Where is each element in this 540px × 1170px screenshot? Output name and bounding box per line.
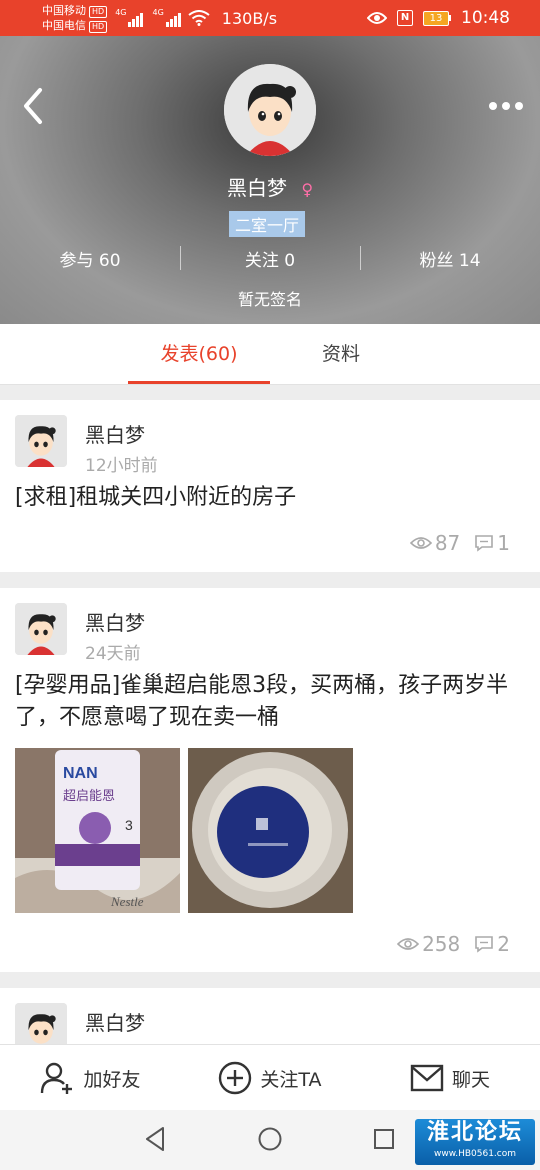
more-dots-icon	[489, 102, 497, 110]
comment-icon	[475, 936, 494, 953]
add-user-icon	[41, 1062, 73, 1094]
plus-circle-icon	[219, 1061, 252, 1095]
post-card[interactable]: 黑白梦 12小时前 [求租]租城关四小附近的房子 87 1	[0, 400, 540, 572]
can-stage-text: 3	[125, 817, 133, 833]
post-author[interactable]: 黑白梦	[85, 419, 145, 448]
comment-count: 1	[497, 531, 510, 555]
profile-name-row: 黑白梦 ♀	[0, 172, 540, 201]
watermark-logo-text: 淮北论坛	[426, 1120, 523, 1145]
post-image[interactable]: NAN 超启能恩 3 Nestle	[15, 748, 180, 913]
battery-icon: 13	[423, 10, 451, 26]
follow-button[interactable]: 关注TA	[180, 1045, 360, 1111]
post-title[interactable]: [孕婴用品]雀巢超启能恩3段，买两桶，孩子两岁半了，不愿意喝了现在卖一桶	[15, 670, 522, 734]
back-triangle-icon[interactable]	[143, 1125, 167, 1153]
post-avatar[interactable]	[15, 603, 67, 655]
net-speed: 130B/s	[221, 8, 278, 28]
profile-badge: 二室一厅	[229, 211, 306, 237]
post-card[interactable]: 黑白梦 24天前 [孕婴用品]雀巢超启能恩3段，买两桶，孩子两岁半了，不愿意喝了…	[0, 588, 540, 972]
follow-label: 关注TA	[260, 1068, 322, 1091]
eye-icon	[367, 12, 387, 24]
post-time: 12小时前	[85, 456, 158, 476]
post-author[interactable]: 黑白梦	[85, 607, 145, 636]
status-bar: 中国移动 HD 中国电信 HD 4G 4G 130B/s N 13 10:48	[0, 0, 540, 36]
view-count: 87	[434, 531, 461, 555]
post-meta: 87 1	[409, 531, 510, 555]
post-avatar[interactable]	[15, 1003, 67, 1048]
chevron-left-icon	[24, 88, 42, 124]
profile-name: 黑白梦	[226, 176, 287, 200]
post-meta: 258 2	[397, 932, 510, 956]
female-symbol-icon: ♀	[301, 180, 314, 199]
signal-icon: 4G	[115, 9, 144, 27]
comment-icon	[475, 535, 494, 552]
home-circle-icon[interactable]	[257, 1125, 283, 1153]
stat-following[interactable]: 关注 0	[180, 246, 360, 271]
profile-avatar[interactable]	[224, 64, 316, 156]
nfc-icon: N	[397, 10, 413, 26]
tab-posts[interactable]: 发表(60)	[128, 324, 270, 384]
eye-icon	[409, 537, 432, 549]
watermark-url: www.HB0561.com	[433, 1149, 517, 1159]
post-card[interactable]: 黑白梦	[0, 988, 540, 1048]
eye-icon	[397, 938, 420, 950]
stat-participate[interactable]: 参与 60	[0, 246, 180, 271]
back-button[interactable]	[20, 86, 50, 126]
action-bar: 加好友 关注TA 聊天	[0, 1044, 540, 1111]
site-watermark-logo: 淮北论坛 www.HB0561.com	[415, 1119, 535, 1165]
post-author[interactable]: 黑白梦	[85, 1007, 145, 1036]
stat-followers[interactable]: 粉丝 14	[360, 246, 540, 271]
carrier-2: 中国电信 HD	[42, 18, 108, 33]
comment-count: 2	[497, 932, 510, 956]
profile-signature: 暂无签名	[237, 290, 302, 309]
tab-profile-info[interactable]: 资料	[300, 324, 382, 384]
can-product-text: 超启能恩	[63, 789, 115, 804]
more-button[interactable]	[486, 96, 526, 116]
post-title[interactable]: [求租]租城关四小附近的房子	[15, 482, 522, 514]
can-brand-text: NAN	[63, 765, 98, 782]
profile-header: 黑白梦 ♀ 二室一厅 参与 60 关注 0 粉丝 14 暂无签名	[0, 36, 540, 324]
chat-button[interactable]: 聊天	[360, 1045, 540, 1111]
profile-stats: 参与 60 关注 0 粉丝 14	[0, 246, 540, 271]
add-friend-button[interactable]: 加好友	[0, 1045, 180, 1111]
carrier-labels: 中国移动 HD 中国电信 HD	[42, 3, 108, 33]
view-count: 258	[422, 932, 461, 956]
signal-icon: 4G	[152, 9, 181, 27]
tab-bar: 发表(60) 资料	[0, 324, 540, 385]
recents-square-icon[interactable]	[372, 1125, 396, 1153]
chat-label: 聊天	[451, 1068, 490, 1091]
wifi-icon	[188, 10, 210, 26]
add-friend-label: 加好友	[83, 1068, 141, 1091]
can-logo-text: Nestle	[110, 894, 144, 909]
mail-icon	[410, 1064, 444, 1092]
carrier-1: 中国移动 HD	[42, 3, 108, 18]
post-time: 24天前	[85, 644, 141, 664]
post-avatar[interactable]	[15, 415, 67, 467]
clock: 10:48	[461, 8, 510, 28]
post-image[interactable]	[188, 748, 353, 913]
